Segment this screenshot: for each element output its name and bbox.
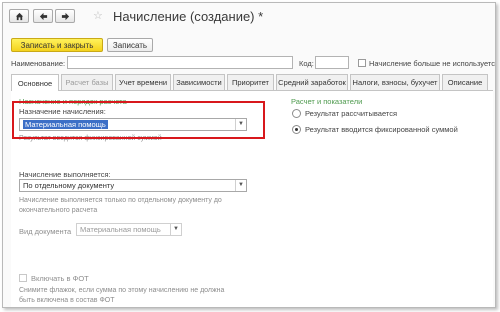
arrow-left-icon — [39, 12, 47, 20]
performed-hint-2: окончательного расчета — [19, 207, 98, 214]
fot-label: Включать в ФОТ — [31, 274, 89, 283]
star-icon[interactable]: ☆ — [93, 10, 105, 22]
code-label: Код: — [299, 59, 314, 68]
radio-calculated[interactable] — [292, 109, 301, 118]
tab-average-earnings[interactable]: Средний заработок — [276, 74, 348, 90]
arrow-right-icon — [61, 12, 69, 20]
unused-label: Начисление больше не используется — [369, 59, 496, 68]
performed-select[interactable]: По отдельному документу ▼ — [19, 179, 247, 192]
tab-taxes[interactable]: Налоги, взносы, бухучет — [350, 74, 440, 90]
doc-type-value: Материальная помощь — [80, 225, 161, 234]
tab-description[interactable]: Описание — [442, 74, 488, 90]
name-field[interactable] — [67, 56, 293, 69]
performed-hint-1: Начисление выполняется только по отдельн… — [19, 197, 222, 204]
option-fixed-label: Результат вводится фиксированной суммой — [305, 125, 458, 134]
chevron-down-icon: ▼ — [170, 224, 181, 235]
tab-bar: Основное Расчет базы Учет времени Зависи… — [11, 74, 493, 91]
fot-checkbox[interactable] — [19, 274, 27, 282]
fot-hint-1: Снимите флажок, если сумма по этому начи… — [19, 287, 225, 294]
unused-checkbox[interactable] — [358, 59, 366, 67]
save-button[interactable]: Записать — [107, 38, 153, 52]
document-window: ☆ Начисление (создание) * Записать и зак… — [2, 2, 496, 308]
save-and-close-button[interactable]: Записать и закрыть — [11, 38, 103, 52]
doc-type-label: Вид документа — [19, 227, 72, 236]
home-button[interactable] — [9, 9, 29, 23]
performed-label: Начисление выполняется: — [19, 170, 111, 179]
tab-time-tracking[interactable]: Учет времени — [115, 74, 171, 90]
tab-priority[interactable]: Приоритет — [227, 74, 274, 90]
chevron-down-icon[interactable]: ▼ — [235, 180, 246, 191]
fot-hint-2: быть включена в состав ФОТ — [19, 297, 115, 304]
radio-fixed[interactable] — [292, 125, 301, 134]
page-title: Начисление (создание) * — [113, 9, 264, 24]
name-label: Наименование: — [11, 59, 66, 68]
tab-main[interactable]: Основное — [11, 74, 59, 91]
code-field[interactable] — [315, 56, 349, 69]
option-calculated-label: Результат рассчитывается — [305, 109, 398, 118]
back-button[interactable] — [33, 9, 53, 23]
forward-button[interactable] — [55, 9, 75, 23]
performed-value: По отдельному документу — [23, 181, 115, 190]
highlight-frame — [12, 101, 265, 139]
calculation-section-title: Расчет и показатели — [291, 97, 363, 106]
home-icon — [15, 12, 23, 20]
doc-type-select: Материальная помощь ▼ — [76, 223, 182, 236]
tab-base-calculation[interactable]: Расчет базы — [61, 74, 113, 90]
tab-dependencies[interactable]: Зависимости — [173, 74, 225, 90]
